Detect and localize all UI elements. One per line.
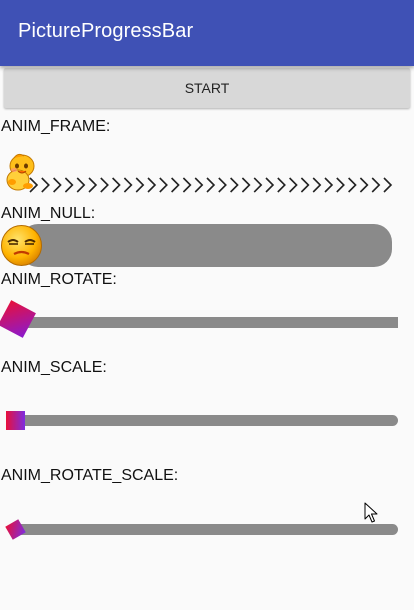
scaling-square-indicator (6, 411, 25, 430)
chevron-mark (371, 177, 381, 193)
chevron-mark (182, 177, 192, 193)
chevron-mark (41, 177, 50, 193)
chevron-mark (277, 177, 286, 193)
chevron-mark (123, 177, 133, 193)
chevron-mark (88, 177, 98, 193)
app-bar: PictureProgressBar (0, 0, 414, 66)
anim-frame-label: ANIM_FRAME: (1, 118, 111, 135)
chevron-mark (64, 177, 74, 193)
anim-rotate-label: ANIM_ROTATE: (1, 271, 117, 288)
chevron-mark (253, 177, 263, 193)
chevron-mark (53, 177, 62, 193)
chevron-mark (383, 177, 393, 193)
chevron-mark (359, 177, 369, 193)
anim-scale-label: ANIM_SCALE: (1, 359, 107, 376)
chevron-mark (159, 177, 168, 193)
chevron-mark (348, 177, 357, 193)
mouse-pointer-icon (364, 502, 378, 523)
chevron-mark (147, 177, 157, 193)
rotate-progress-track[interactable] (18, 317, 398, 328)
chevron-mark (76, 177, 86, 193)
rotate-scale-progress-track[interactable] (16, 524, 398, 535)
anim-null-label: ANIM_NULL: (1, 205, 96, 222)
chevron-mark (135, 177, 145, 193)
chevron-mark (100, 177, 109, 193)
chevron-mark (206, 177, 216, 193)
chevron-mark (324, 177, 334, 193)
chevron-mark (312, 177, 322, 193)
anim-rotate-scale-label: ANIM_ROTATE_SCALE: (1, 467, 179, 484)
chevron-mark (289, 177, 298, 193)
start-button[interactable]: START (4, 68, 410, 108)
chevron-mark (300, 177, 310, 193)
null-progress-track[interactable] (20, 224, 392, 267)
chevron-mark (230, 177, 239, 193)
chevron-track[interactable] (28, 175, 398, 195)
chevron-mark (218, 177, 227, 193)
scale-progress-track[interactable] (18, 415, 398, 426)
chevron-mark (112, 177, 121, 193)
chick-mascot-icon (6, 153, 35, 191)
chevron-mark (171, 177, 180, 193)
rotating-square-indicator (0, 300, 36, 338)
chevron-mark (241, 177, 251, 193)
chevron-mark (265, 177, 275, 193)
rotate-scale-square-indicator (5, 519, 26, 540)
chevron-mark (194, 177, 204, 193)
annoyed-face-icon (1, 225, 42, 266)
chevron-mark (336, 177, 345, 193)
app-title: PictureProgressBar (18, 20, 194, 42)
